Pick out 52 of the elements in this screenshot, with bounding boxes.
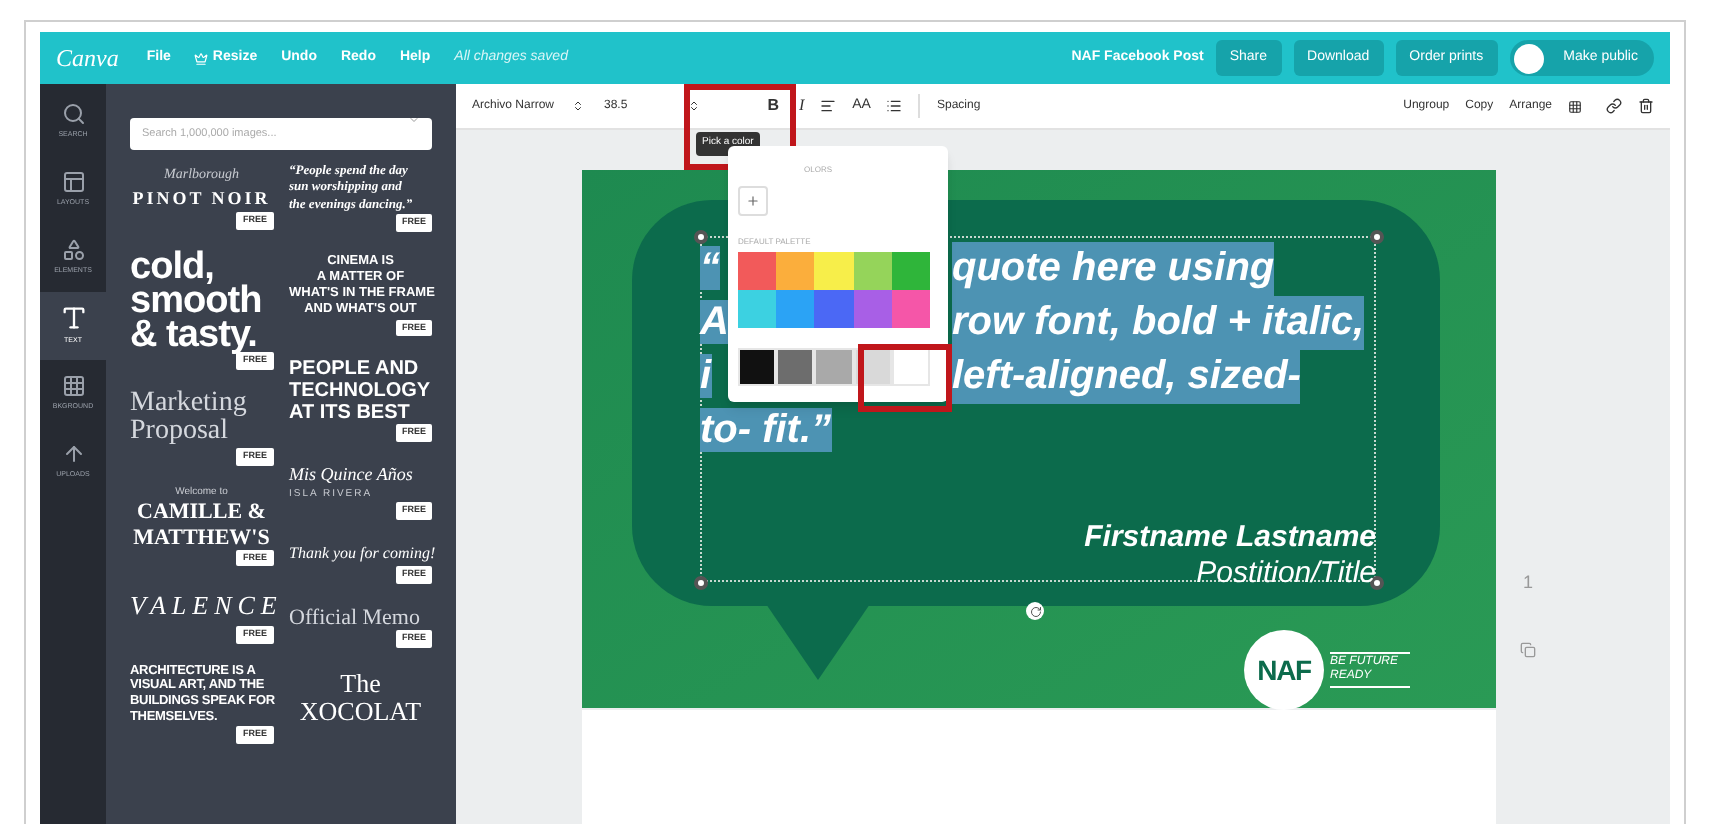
color-swatch[interactable] (853, 290, 892, 328)
link-icon[interactable] (1606, 98, 1622, 114)
shapes-icon (61, 238, 85, 263)
rotate-icon (1029, 605, 1041, 617)
template-text: Thank you for coming! (289, 542, 432, 566)
template-text: PINOT NOIR (130, 185, 273, 211)
toggle-knob (1513, 43, 1544, 73)
template-text: Official Memo (289, 605, 422, 630)
color-swatch[interactable] (738, 348, 777, 386)
color-swatch[interactable] (776, 290, 815, 328)
dropdown-icon[interactable] (408, 114, 420, 126)
color-swatch[interactable] (814, 252, 854, 290)
color-swatch[interactable] (814, 290, 854, 328)
template-text: PEOPLE AND TECHNOLOGY AT ITS BEST (289, 358, 432, 425)
text-icon (59, 304, 87, 333)
quote-text[interactable]: row font, bold + italic, (952, 296, 1365, 350)
template-text: Marketing Proposal (130, 389, 249, 449)
italic-button[interactable]: I (798, 94, 805, 118)
trash-icon[interactable] (1638, 98, 1654, 114)
quote-text[interactable]: to- fit.” (700, 404, 832, 458)
template-text: Mis Quince Años (289, 464, 415, 488)
color-swatch[interactable] (814, 348, 854, 386)
plus-icon (746, 194, 760, 208)
speech-bubble-tail (766, 604, 870, 680)
color-swatch[interactable] (776, 252, 815, 290)
quote-text[interactable]: left-aligned, sized- (952, 350, 1301, 404)
color-swatch[interactable] (776, 348, 815, 386)
color-swatch[interactable] (891, 290, 930, 328)
template-text: CAMILLE & MATTHEW'S (131, 500, 272, 550)
color-swatch[interactable] (738, 252, 777, 290)
rotate-handle[interactable] (1026, 602, 1044, 620)
list-icon[interactable] (886, 98, 903, 114)
template-text: cold, smooth & tasty. (130, 249, 262, 353)
add-color-button[interactable] (738, 186, 768, 216)
highlight-overlay (858, 344, 952, 412)
search-icon (61, 102, 85, 127)
transparency-icon[interactable] (1568, 99, 1582, 113)
color-swatch[interactable] (891, 252, 930, 290)
crown-icon (194, 51, 209, 65)
template-text: The XOCOLAT (297, 669, 424, 727)
pattern-icon (61, 374, 85, 399)
template-text: VALENCE (130, 588, 273, 625)
color-swatch[interactable] (738, 290, 777, 328)
author-title[interactable]: Postition/Title (1196, 556, 1376, 592)
author-name[interactable]: Firstname Lastname (1084, 520, 1376, 556)
page-number: 1 (1522, 570, 1533, 596)
upload-icon (61, 442, 85, 467)
quote-text[interactable]: quote here using (952, 242, 1275, 296)
layout-icon (61, 170, 85, 195)
color-swatch[interactable] (853, 252, 892, 290)
bold-button[interactable]: B (767, 94, 779, 118)
align-left-icon[interactable] (820, 98, 837, 114)
